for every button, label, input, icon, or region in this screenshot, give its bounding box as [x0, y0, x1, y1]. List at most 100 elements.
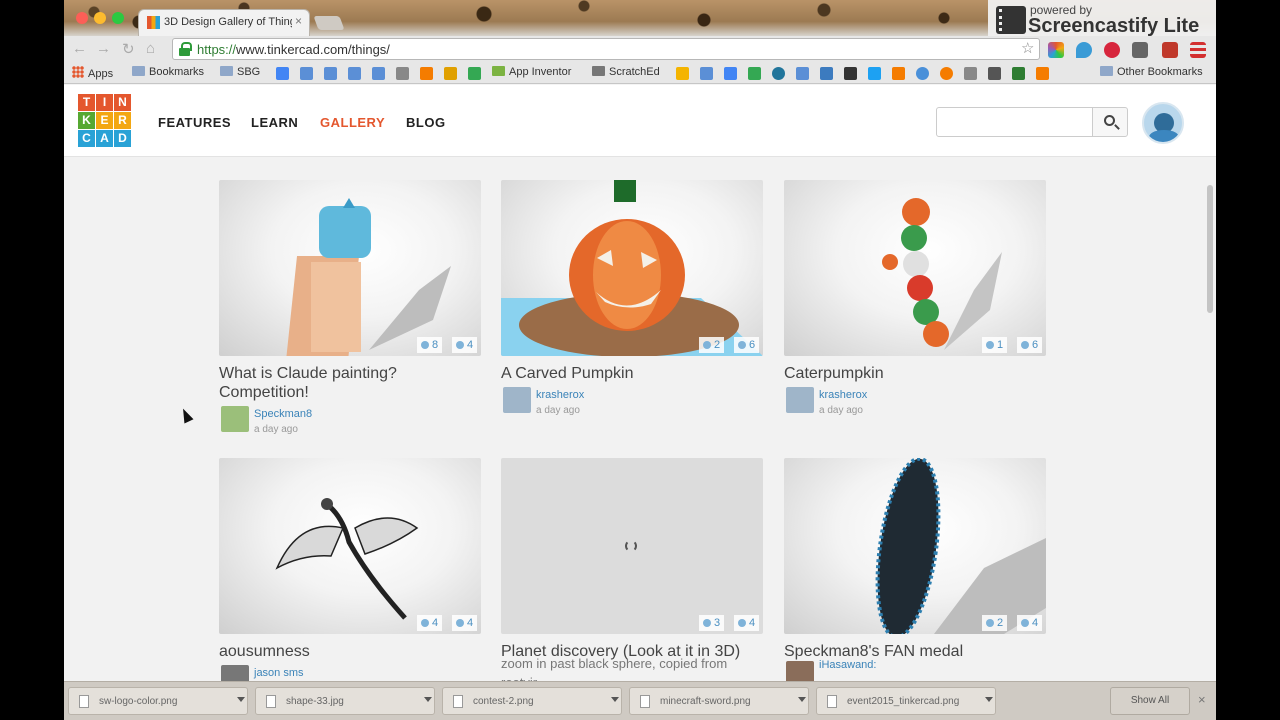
scrollbar[interactable] — [1204, 157, 1216, 681]
nav-gallery[interactable]: GALLERY — [320, 115, 385, 130]
wordpress-bookmark-icon[interactable] — [772, 67, 785, 80]
design-description: zoom in past black sphere, copied from r… — [501, 656, 728, 681]
red-extension-icon[interactable] — [1162, 42, 1178, 58]
author-name[interactable]: iHasawand: — [819, 659, 876, 671]
search-bookmark-icon[interactable] — [820, 67, 833, 80]
design-title[interactable]: Caterpumpkin — [784, 364, 1046, 383]
design-thumbnail[interactable] — [784, 180, 1046, 356]
window-minimize-button[interactable] — [94, 12, 106, 24]
comment-count-value: 3 — [714, 617, 721, 629]
pin-extension-icon[interactable] — [1076, 42, 1092, 58]
doc-bookmark-icon[interactable] — [796, 67, 809, 80]
author-avatar[interactable] — [221, 665, 249, 681]
design-title[interactable]: aousumness — [219, 642, 481, 661]
back-icon[interactable]: ← — [72, 40, 87, 57]
download-item[interactable]: shape-33.jpg — [255, 687, 435, 715]
green-bookmark-icon[interactable] — [1012, 67, 1025, 80]
rss-bookmark-icon[interactable] — [892, 67, 905, 80]
logo-letter: R — [114, 112, 131, 129]
downloads-bar: sw-logo-color.png shape-33.jpg contest-2… — [64, 681, 1216, 720]
download-item[interactable]: minecraft-sword.png — [629, 687, 809, 715]
comment-count-value: 4 — [432, 617, 439, 629]
globe-bookmark-icon[interactable] — [916, 67, 929, 80]
grad-cap-bookmark-icon[interactable] — [988, 67, 1001, 80]
blogger-bookmark-icon[interactable] — [1036, 67, 1049, 80]
download-item[interactable]: event2015_tinkercad.png — [816, 687, 996, 715]
chevron-down-icon[interactable] — [985, 697, 993, 702]
blogger-bookmark-icon[interactable] — [420, 67, 433, 80]
record-extension-icon[interactable] — [1104, 42, 1120, 58]
author-name[interactable]: krasherox — [536, 389, 584, 401]
scrollbar-thumb[interactable] — [1207, 185, 1213, 313]
drive-bookmark-icon[interactable] — [748, 67, 761, 80]
design-title[interactable]: What is Claude painting? Competition! — [219, 364, 481, 402]
doc-bookmark-icon[interactable] — [372, 67, 385, 80]
address-bar[interactable]: https://www.tinkercad.com/things/ ☆ — [172, 38, 1040, 60]
drive-bookmark-icon[interactable] — [468, 67, 481, 80]
author-name[interactable]: Speckman8 — [254, 408, 312, 420]
twitter-bookmark-icon[interactable] — [868, 67, 881, 80]
close-downloads-icon[interactable]: × — [1198, 692, 1206, 707]
chevron-down-icon[interactable] — [237, 697, 245, 702]
browser-window: 3D Design Gallery of Thing × powered by … — [64, 0, 1216, 720]
bookmark-app-inventor[interactable]: App Inventor — [492, 66, 571, 78]
logo-letter: I — [96, 94, 113, 111]
google-bookmark-icon[interactable] — [276, 67, 289, 80]
author-avatar[interactable] — [786, 387, 814, 413]
menu-icon[interactable] — [1190, 42, 1206, 58]
nav-blog[interactable]: BLOG — [406, 115, 446, 130]
star-bookmark-icon[interactable] — [676, 67, 689, 80]
author-name[interactable]: krasherox — [819, 389, 867, 401]
chevron-down-icon[interactable] — [611, 697, 619, 702]
new-tab-button[interactable] — [313, 16, 345, 30]
design-title[interactable]: A Carved Pumpkin — [501, 364, 763, 383]
doc-bookmark-icon[interactable] — [348, 67, 361, 80]
forward-icon[interactable]: → — [96, 40, 111, 57]
doc-bookmark-icon[interactable] — [700, 67, 713, 80]
search-input[interactable] — [936, 107, 1093, 137]
download-item[interactable]: contest-2.png — [442, 687, 622, 715]
google-bookmark-icon[interactable] — [724, 67, 737, 80]
author-name[interactable]: jason sms — [254, 667, 304, 679]
user-avatar[interactable] — [1142, 102, 1184, 144]
bookmark-sbg[interactable]: SBG — [220, 66, 260, 78]
orange-bookmark-icon[interactable] — [940, 67, 953, 80]
gear-bookmark-icon[interactable] — [964, 67, 977, 80]
author-avatar[interactable] — [786, 661, 814, 681]
bookmark-scratched[interactable]: ScratchEd — [592, 66, 660, 78]
author-avatar[interactable] — [503, 387, 531, 413]
design-thumbnail[interactable] — [501, 180, 763, 356]
image-bookmark-icon[interactable] — [444, 67, 457, 80]
chevron-down-icon[interactable] — [798, 697, 806, 702]
chevron-down-icon[interactable] — [424, 697, 432, 702]
reload-icon[interactable]: ↻ — [122, 40, 135, 58]
bookmark-other[interactable]: Other Bookmarks — [1100, 66, 1203, 78]
window-maximize-button[interactable] — [112, 12, 124, 24]
design-thumbnail[interactable] — [784, 458, 1046, 634]
color-wheel-extension-icon[interactable] — [1048, 42, 1064, 58]
browser-tab[interactable]: 3D Design Gallery of Thing × — [138, 9, 310, 36]
show-all-downloads-button[interactable]: Show All — [1110, 687, 1190, 715]
bookmark-star-icon[interactable]: ☆ — [1021, 39, 1034, 57]
design-thumbnail[interactable] — [219, 180, 481, 356]
download-item[interactable]: sw-logo-color.png — [68, 687, 248, 715]
nav-learn[interactable]: LEARN — [251, 115, 298, 130]
tinkercad-logo[interactable]: T I N K E R C A D — [78, 94, 132, 148]
doc-bookmark-icon[interactable] — [300, 67, 313, 80]
search-button[interactable] — [1092, 107, 1128, 137]
author-avatar[interactable] — [221, 406, 249, 432]
file-icon — [266, 695, 276, 708]
home-icon[interactable]: ⌂ — [146, 40, 155, 57]
tab-close-icon[interactable]: × — [295, 14, 302, 28]
bookmark-bookmarks-label: Bookmarks — [149, 66, 205, 78]
design-thumbnail[interactable] — [219, 458, 481, 634]
bookmark-apps[interactable]: Apps — [72, 66, 113, 80]
puzzle-bookmark-icon[interactable] — [844, 67, 857, 80]
page-bookmark-icon[interactable] — [396, 67, 409, 80]
calendar-extension-icon[interactable] — [1132, 42, 1148, 58]
window-close-button[interactable] — [76, 12, 88, 24]
nav-features[interactable]: FEATURES — [158, 115, 231, 130]
bookmark-bookmarks[interactable]: Bookmarks — [132, 66, 204, 78]
design-thumbnail[interactable] — [501, 458, 763, 634]
doc-bookmark-icon[interactable] — [324, 67, 337, 80]
